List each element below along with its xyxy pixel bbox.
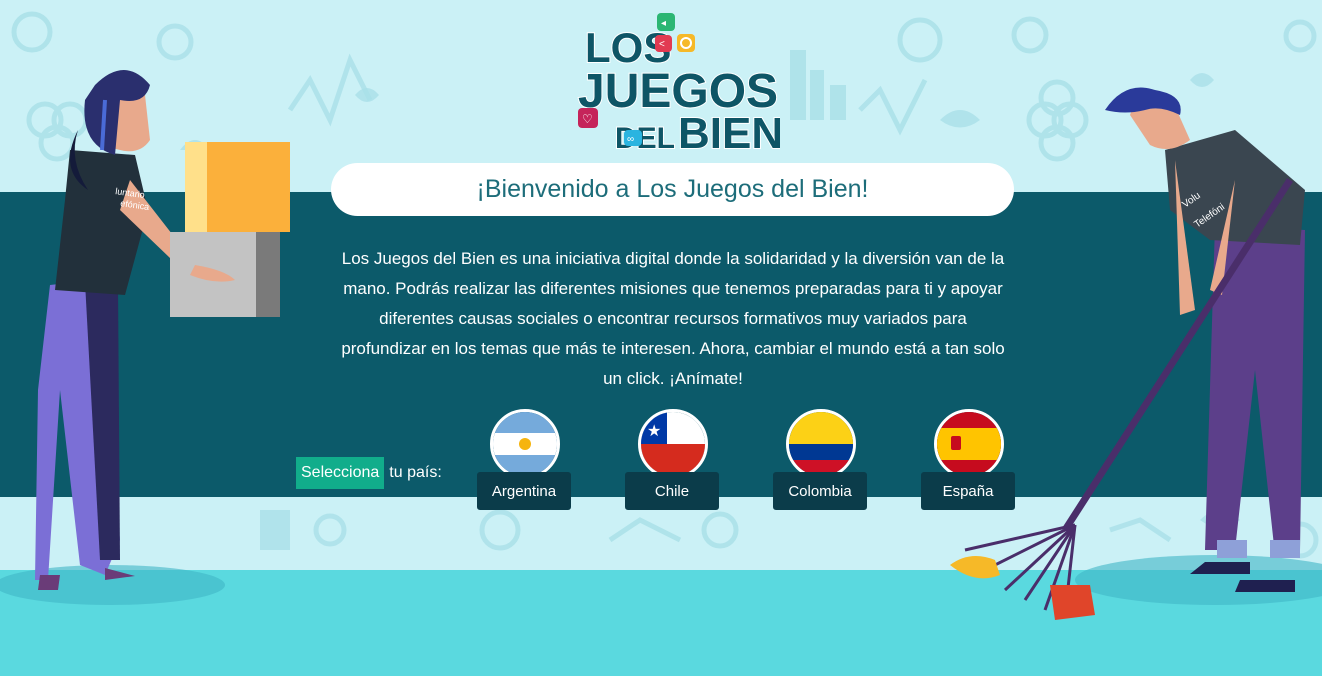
svg-text:∞: ∞ [627, 134, 634, 145]
chile-flag-icon[interactable]: ★ [638, 409, 708, 479]
country-chile[interactable]: ★ Chile [625, 409, 719, 510]
volunteer-man-illustration: Volu Telefóni [950, 87, 1322, 620]
landing-scene: LOS JUEGOS DEL BIEN ◂ < ♡ ∞ ¡Bienvenido … [0, 0, 1322, 676]
intro-line: mano. Podrás realizar las diferentes mis… [343, 279, 1003, 298]
country-button-colombia[interactable]: Colombia [773, 472, 867, 510]
select-country-label: Selecciona tu país: [296, 457, 442, 489]
intro-paragraph: Los Juegos del Bien es una iniciativa di… [330, 244, 1016, 394]
intro-line: un click. ¡Anímate! [603, 369, 743, 388]
coin-icon [677, 34, 695, 52]
volunteer-woman-illustration: luntario efónica [0, 70, 290, 605]
select-highlight: Selecciona [296, 457, 385, 489]
country-button-chile[interactable]: Chile [625, 472, 719, 510]
share-icon: < [655, 35, 672, 52]
svg-text:★: ★ [647, 423, 661, 440]
logo-text-bien: BIEN [678, 109, 780, 155]
link-icon: ∞ [624, 130, 642, 146]
svg-text:♡: ♡ [582, 112, 593, 126]
welcome-banner: ¡Bienvenido a Los Juegos del Bien! [331, 163, 1014, 216]
speaker-icon: ◂ [657, 13, 675, 31]
select-country-text: tu país: [389, 464, 442, 481]
argentina-flag-icon[interactable] [490, 409, 560, 479]
country-colombia[interactable]: Colombia [773, 409, 867, 510]
logo: LOS JUEGOS DEL BIEN ◂ < ♡ ∞ [570, 10, 784, 159]
svg-text:<: < [659, 39, 665, 50]
intro-line: profundizar en los temas que más te inte… [341, 339, 1005, 358]
box-icon [170, 142, 290, 317]
logo-graphic: LOS JUEGOS DEL BIEN ◂ < ♡ ∞ [577, 13, 784, 159]
intro-line: diferentes causas sociales o encontrar r… [379, 309, 967, 328]
svg-text:◂: ◂ [661, 18, 666, 29]
country-button-argentina[interactable]: Argentina [477, 472, 571, 510]
welcome-title: ¡Bienvenido a Los Juegos del Bien! [476, 175, 869, 203]
colombia-flag-icon[interactable] [786, 409, 856, 479]
country-argentina[interactable]: Argentina [477, 409, 571, 510]
heart-icon: ♡ [578, 108, 598, 128]
intro-line: Los Juegos del Bien es una iniciativa di… [341, 249, 1005, 268]
